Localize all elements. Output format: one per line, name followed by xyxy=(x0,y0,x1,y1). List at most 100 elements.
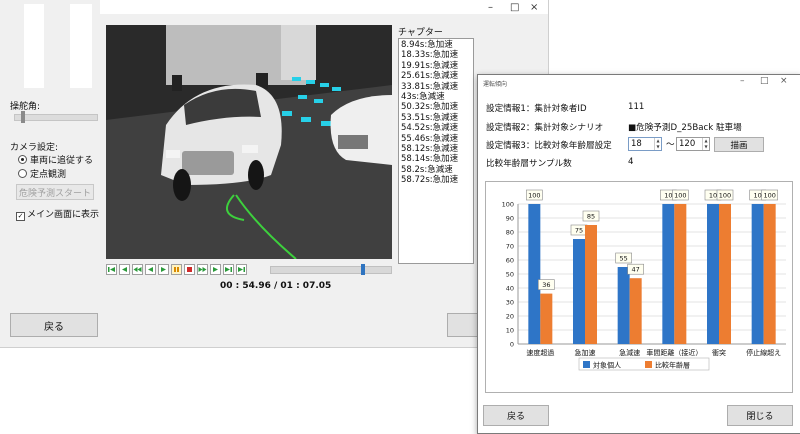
chapter-item[interactable]: 33.81s:急減速 xyxy=(401,82,471,92)
chapter-item[interactable]: 50.32s:急加速 xyxy=(401,102,471,112)
show-main-checkbox[interactable]: ✓ メイン画面に表示 xyxy=(16,207,99,221)
bar-individual xyxy=(751,204,764,344)
bar-individual xyxy=(573,239,585,344)
dialog-close-icon[interactable]: × xyxy=(780,76,788,86)
y-tick-label: 10 xyxy=(506,327,514,335)
steering-angle-label: 操舵角: xyxy=(10,102,41,112)
bar-age-group xyxy=(719,204,731,344)
radio-icon xyxy=(18,169,27,178)
danger-predict-start-button[interactable]: 危険予測スタート xyxy=(16,184,94,200)
pause-icon[interactable] xyxy=(171,264,182,275)
bar-individual xyxy=(528,204,541,344)
data-label: 100 xyxy=(719,192,731,200)
category-label: 急減速 xyxy=(619,348,640,357)
chapter-item[interactable]: 53.51s:急減速 xyxy=(401,113,471,123)
chapter-item[interactable]: 43s:急減速 xyxy=(401,92,471,102)
slider-thumb[interactable] xyxy=(21,111,25,123)
data-label: 75 xyxy=(575,227,583,235)
simulation-view[interactable] xyxy=(106,25,392,259)
info3-label: 設定情報3：比較対象年齢層設定 xyxy=(486,141,612,151)
info1-label: 設定情報1：集計対象者ID xyxy=(486,104,587,114)
draw-button[interactable]: 描画 xyxy=(714,137,764,152)
dialog-minimize-button[interactable]: – xyxy=(740,76,745,86)
category-label: 急加速 xyxy=(575,348,596,357)
chapter-item[interactable]: 25.61s:急減速 xyxy=(401,71,471,81)
data-label: 10 xyxy=(754,192,762,200)
y-tick-label: 70 xyxy=(506,243,514,251)
chapter-item[interactable]: 55.46s:急減速 xyxy=(401,134,471,144)
minimize-button[interactable]: – xyxy=(488,2,493,13)
close-button[interactable]: × xyxy=(530,2,538,13)
legend-label: 対象個人 xyxy=(593,360,621,369)
skip-end-icon[interactable] xyxy=(236,264,247,275)
bar-individual xyxy=(617,267,630,344)
chapter-title: チャプター xyxy=(398,28,443,38)
skip-start-icon[interactable] xyxy=(106,264,117,275)
y-tick-label: 30 xyxy=(506,299,514,307)
camera-fixed-radio[interactable]: 定点観測 xyxy=(18,167,66,180)
back-icon[interactable] xyxy=(145,264,156,275)
info2-value: ■危険予測D_25Back 駐車場 xyxy=(628,123,742,133)
spinner-icon[interactable]: ▲ ▼ xyxy=(702,138,709,150)
bar-individual xyxy=(662,204,675,344)
camera-follow-radio[interactable]: 車両に追従する xyxy=(18,153,93,166)
step-forward-icon[interactable] xyxy=(223,264,234,275)
y-tick-label: 20 xyxy=(506,313,514,321)
chapter-list[interactable]: 8.94s:急加速 18.33s:急加速 19.91s:急減速 25.61s:急… xyxy=(398,38,474,264)
steering-slider[interactable] xyxy=(14,111,98,123)
y-tick-label: 0 xyxy=(510,341,514,349)
bar-age-group xyxy=(674,204,687,344)
legend-swatch xyxy=(583,361,590,368)
chapter-item[interactable]: 58.12s:急減速 xyxy=(401,144,471,154)
chapter-item[interactable]: 8.94s:急加速 xyxy=(401,40,471,50)
dialog-maximize-button[interactable]: □ xyxy=(760,76,769,86)
data-label: 10 xyxy=(664,192,672,200)
steering-panel-left xyxy=(24,4,44,88)
chapter-item[interactable]: 58.14s:急加速 xyxy=(401,154,471,164)
chapter-item[interactable]: 58.72s:急加速 xyxy=(401,175,471,185)
sample-count-value: 4 xyxy=(628,157,634,167)
camera-settings-label: カメラ設定: xyxy=(10,143,59,153)
dialog-title: 運転傾向 xyxy=(483,81,508,88)
dialog-back-button[interactable]: 戻る xyxy=(483,405,549,426)
dialog-title-bar: 運転傾向 – □ × xyxy=(478,75,800,89)
seek-bar[interactable] xyxy=(270,264,392,275)
chapter-item[interactable]: 54.52s:急減速 xyxy=(401,123,471,133)
y-tick-label: 80 xyxy=(506,229,514,237)
stop-icon[interactable] xyxy=(184,264,195,275)
steering-panel-right xyxy=(70,4,92,88)
back-button[interactable]: 戻る xyxy=(10,313,98,337)
legend-label: 比較年齢層 xyxy=(655,360,690,369)
y-tick-label: 60 xyxy=(506,257,514,265)
play-icon[interactable] xyxy=(158,264,169,275)
chapter-item[interactable]: 18.33s:急加速 xyxy=(401,50,471,60)
category-label: 速度超過 xyxy=(526,348,554,357)
fast-forward-icon[interactable] xyxy=(210,264,221,275)
maximize-button[interactable]: □ xyxy=(510,2,519,13)
data-label: 85 xyxy=(587,213,595,221)
time-display: 00 : 54.96 / 01 : 07.05 xyxy=(220,281,332,291)
forward-icon[interactable] xyxy=(197,264,208,275)
data-label: 47 xyxy=(632,266,640,274)
chapter-item[interactable]: 58.2s:急減速 xyxy=(401,165,471,175)
info1-value: 111 xyxy=(628,102,645,112)
main-window: – □ × 操舵角: カメラ設定: 車両に追従する 定点観測 危険予測スタート … xyxy=(0,0,549,348)
y-tick-label: 50 xyxy=(506,271,514,279)
info2-label: 設定情報2：集計対象シナリオ xyxy=(486,123,604,133)
driving-scene-image xyxy=(106,25,392,259)
age-to-input[interactable]: 120 ▲ ▼ xyxy=(676,137,710,151)
bar-age-group xyxy=(629,278,642,344)
bar-age-group xyxy=(585,225,597,344)
step-back-icon[interactable] xyxy=(119,264,130,275)
seek-knob[interactable] xyxy=(361,264,365,275)
chapter-item[interactable]: 19.91s:急減速 xyxy=(401,61,471,71)
rewind-icon[interactable] xyxy=(132,264,143,275)
dialog-close-button[interactable]: 閉じる xyxy=(727,405,793,426)
tilde-label: 〜 xyxy=(666,140,675,150)
y-tick-label: 100 xyxy=(502,201,514,209)
spinner-icon[interactable]: ▲ ▼ xyxy=(654,138,661,150)
category-label: 停止線超え xyxy=(746,348,781,357)
age-from-input[interactable]: 18 ▲ ▼ xyxy=(628,137,662,151)
radio-icon xyxy=(18,155,27,164)
playback-controls xyxy=(106,264,264,276)
